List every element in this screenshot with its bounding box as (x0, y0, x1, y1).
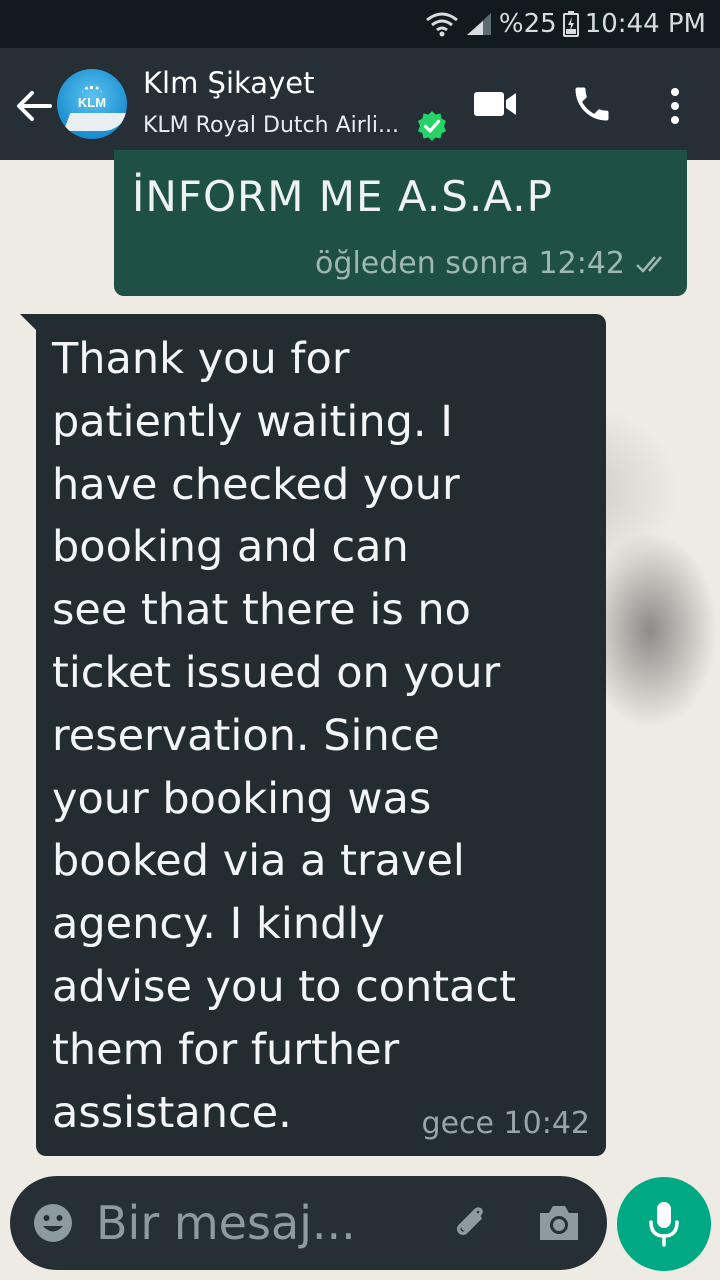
contact-subtitle[interactable]: KLM Royal Dutch Airli... (143, 113, 399, 138)
clock: 10:44 PM (584, 9, 706, 39)
camera-icon[interactable] (536, 1202, 582, 1244)
status-bar: %25 10:44 PM (0, 0, 720, 48)
more-vert-icon[interactable] (660, 84, 690, 128)
message-time: öğleden sonra 12:42 (315, 246, 625, 281)
mic-button[interactable] (617, 1177, 711, 1271)
mic-icon (649, 1202, 679, 1247)
video-call-icon[interactable] (472, 86, 520, 122)
avatar[interactable]: KLM (57, 69, 127, 139)
contact-name[interactable]: Klm Şikayet (143, 66, 314, 100)
signal-icon (465, 11, 493, 37)
message-text: Thank you for patiently waiting. I have … (52, 334, 516, 1138)
message-text: İNFORM ME A.S.A.P (132, 172, 553, 221)
airplane-wing-icon (63, 113, 127, 131)
emoji-icon[interactable] (32, 1202, 74, 1244)
attach-icon[interactable] (450, 1202, 494, 1246)
klm-crown-icon (82, 86, 102, 94)
outgoing-message[interactable]: İNFORM ME A.S.A.P öğleden sonra 12:42 (114, 150, 687, 296)
wifi-icon (425, 11, 459, 37)
verified-badge-icon (416, 110, 448, 142)
chat-header: KLM Klm Şikayet KLM Royal Dutch Airli... (0, 48, 720, 160)
message-time: gece 10:42 (421, 1106, 590, 1141)
incoming-message[interactable]: Thank you for patiently waiting. I have … (36, 314, 606, 1156)
avatar-logo-text: KLM (77, 95, 107, 110)
phone-icon[interactable] (570, 82, 614, 126)
message-composer (10, 1176, 607, 1270)
battery-percent: %25 (498, 9, 557, 39)
battery-icon (562, 11, 579, 37)
message-input[interactable] (96, 1188, 426, 1258)
back-arrow-icon[interactable] (12, 84, 56, 128)
double-check-icon (635, 253, 669, 275)
